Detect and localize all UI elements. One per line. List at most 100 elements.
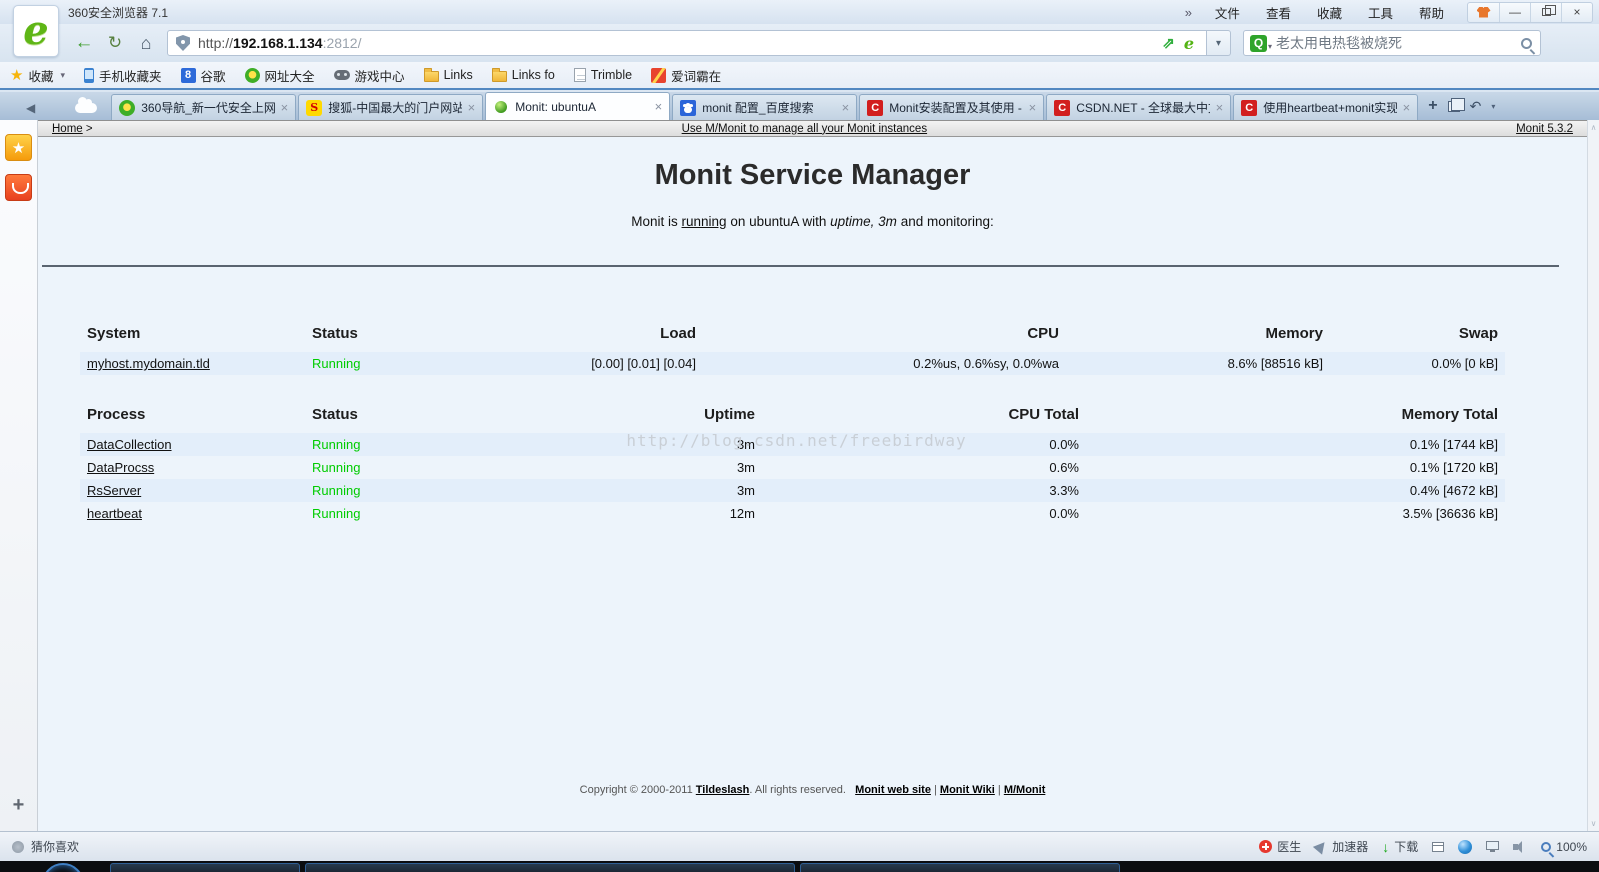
bookmark-google[interactable]: 8 谷歌	[180, 66, 226, 85]
favicon-csdn: C	[1054, 99, 1071, 116]
menu-help[interactable]: 帮助	[1406, 3, 1457, 22]
cloud-sync-icon[interactable]	[75, 97, 98, 113]
process-link[interactable]: DataProcss	[87, 460, 154, 475]
bookmark-mobile-favorites[interactable]: 手机收藏夹	[84, 66, 162, 85]
bookmark-label: 爱词霸在	[671, 69, 722, 84]
tab-monit-install[interactable]: C Monit安装配置及其使用 - ×	[859, 94, 1045, 120]
tab-close-icon[interactable]: ×	[1403, 100, 1411, 115]
tab-list-icon[interactable]	[1447, 97, 1465, 112]
search-engine-icon[interactable]: Q	[1250, 34, 1267, 52]
home-link[interactable]: Home	[52, 123, 83, 135]
search-engine-dropdown-icon[interactable]: ▾	[1268, 42, 1272, 51]
doctor-button[interactable]: 医生	[1259, 838, 1301, 855]
tab-monit-ubuntua[interactable]: Monit: ubuntuA ×	[485, 92, 671, 120]
tab-close-icon[interactable]: ×	[281, 100, 289, 115]
compatibility-mode-icon[interactable]: e	[1180, 34, 1198, 53]
bookmark-game-center[interactable]: 游戏中心	[333, 66, 405, 85]
menu-overflow-icon[interactable]: »	[1175, 5, 1202, 20]
back-button[interactable]: ←	[70, 30, 98, 56]
browser-logo[interactable]: e	[13, 5, 59, 57]
folder-icon	[423, 67, 439, 82]
skin-button[interactable]	[1468, 3, 1499, 22]
tab-close-icon[interactable]: ×	[842, 100, 850, 115]
process-link[interactable]: heartbeat	[87, 506, 142, 521]
running-link[interactable]: running	[682, 214, 727, 229]
accelerator-button[interactable]: 加速器	[1313, 838, 1369, 855]
system-memory: 8.6% [88516 kB]	[1227, 356, 1323, 371]
tab-360-navigation[interactable]: 360导航_新一代安全上网导 ×	[111, 94, 297, 120]
menu-view[interactable]: 查看	[1253, 3, 1304, 22]
menu-file[interactable]: 文件	[1202, 3, 1253, 22]
browser-logo-icon: e	[23, 7, 49, 54]
process-memory: 0.1% [1720 kB]	[1409, 460, 1498, 475]
mmonit-footer-link[interactable]: M/Monit	[1004, 784, 1046, 796]
reopen-closed-tab-icon[interactable]: ↶	[1470, 98, 1482, 115]
bookmark-links-fo-folder[interactable]: Links fo	[491, 67, 555, 82]
tab-close-icon[interactable]: ×	[655, 99, 663, 114]
search-box[interactable]: Q ▾ 老太用电热毯被烧死	[1243, 30, 1541, 56]
tab-close-icon[interactable]: ×	[1216, 100, 1224, 115]
favorites-panel-button[interactable]: ★	[5, 134, 32, 161]
new-tab-button[interactable]: +	[1428, 97, 1437, 115]
taskbar-button[interactable]	[110, 863, 300, 872]
site-safety-shield-icon[interactable]	[176, 35, 190, 51]
mute-button[interactable]	[1513, 840, 1527, 853]
share-icon[interactable]: ⇗	[1157, 34, 1180, 52]
search-input[interactable]: 老太用电热毯被烧死	[1276, 33, 1521, 53]
menu-favorites[interactable]: 收藏	[1304, 3, 1355, 22]
bookmark-trimble[interactable]: Trimble	[573, 68, 632, 82]
process-link[interactable]: RsServer	[87, 483, 141, 498]
chevron-down-icon[interactable]: ▾	[1491, 102, 1495, 111]
tab-heartbeat-monit[interactable]: C 使用heartbeat+monit实现 ×	[1233, 94, 1419, 120]
fullscreen-button[interactable]	[1486, 840, 1500, 853]
url-history-dropdown[interactable]: ▾	[1207, 30, 1231, 56]
restore-icon	[1541, 5, 1556, 16]
mmonit-link[interactable]: Use M/Monit to manage all your Monit ins…	[682, 123, 927, 135]
taobao-panel-button[interactable]	[5, 174, 32, 201]
start-orb-icon[interactable]	[42, 863, 84, 872]
url-text[interactable]: http://192.168.1.134:2812/	[198, 35, 1157, 51]
page-title: Monit Service Manager	[654, 159, 971, 191]
vertical-scrollbar[interactable]: ∧ ∨	[1587, 120, 1599, 831]
zoom-control[interactable]: 100%	[1541, 840, 1587, 854]
process-uptime: 3m	[736, 460, 755, 475]
bookmark-site-directory[interactable]: 网址大全	[244, 66, 315, 85]
tab-baidu-search[interactable]: monit 配置_百度搜索 ×	[672, 94, 858, 120]
refresh-button[interactable]: ↻	[101, 30, 129, 56]
taskbar-button[interactable]	[800, 863, 1120, 872]
restore-button[interactable]	[1530, 2, 1561, 22]
scroll-up-icon[interactable]: ∧	[1591, 123, 1597, 132]
bookmark-links-folder[interactable]: Links	[423, 67, 473, 82]
close-button[interactable]: ×	[1561, 2, 1592, 22]
tab-csdn[interactable]: C CSDN.NET - 全球最大中文 ×	[1046, 94, 1232, 120]
home-button[interactable]: ⌂	[132, 30, 160, 56]
monit-version-link[interactable]: Monit 5.3.2	[1516, 123, 1573, 135]
bookmark-iciba[interactable]: 爱词霸在	[651, 66, 721, 85]
sidebar-panels-button[interactable]	[1432, 841, 1445, 852]
search-icon[interactable]	[1521, 37, 1532, 49]
monit-wiki-link[interactable]: Monit Wiki	[940, 784, 995, 796]
system-status: Running	[312, 356, 361, 371]
taskbar-button[interactable]	[305, 863, 795, 872]
menu-tools[interactable]: 工具	[1355, 3, 1406, 22]
tildeslash-link[interactable]: Tildeslash	[696, 784, 750, 796]
process-link[interactable]: DataCollection	[87, 437, 172, 452]
accelerator-label: 加速器	[1332, 840, 1369, 854]
browser-kernel-button[interactable]	[1458, 839, 1473, 854]
recommendation-toggle[interactable]: 猜你喜欢	[12, 838, 79, 855]
minimize-button[interactable]: —	[1499, 2, 1530, 22]
address-bar[interactable]: http://192.168.1.134:2812/ ⇗ e	[167, 30, 1207, 56]
favicon-baidu	[680, 99, 697, 116]
favicon-csdn: C	[867, 99, 884, 116]
bookmark-favorites[interactable]: ★ 收藏 ▾	[10, 66, 65, 85]
system-host-link[interactable]: myhost.mydomain.tld	[87, 356, 210, 371]
divider	[42, 265, 1559, 267]
download-button[interactable]: ↓ 下载	[1382, 838, 1418, 855]
scroll-down-icon[interactable]: ∨	[1591, 819, 1597, 828]
monit-website-link[interactable]: Monit web site	[855, 784, 931, 796]
tab-close-icon[interactable]: ×	[1029, 100, 1037, 115]
tab-scroll-left-icon[interactable]: ◀	[26, 101, 35, 115]
tab-sohu[interactable]: S 搜狐-中国最大的门户网站 ×	[298, 94, 484, 120]
add-panel-button[interactable]: +	[0, 794, 37, 817]
tab-close-icon[interactable]: ×	[468, 100, 476, 115]
